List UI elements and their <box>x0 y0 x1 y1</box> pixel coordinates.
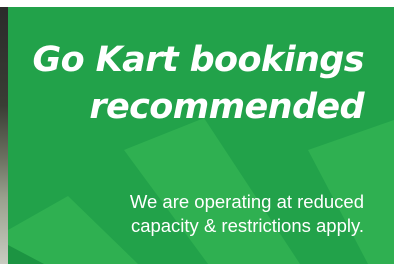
notice-line-1: We are operating at reduced <box>129 191 364 212</box>
headline-line-2: recommended <box>89 87 364 127</box>
notice-text: We are operating at reduced capacity & r… <box>130 190 364 238</box>
bottom-left-shape <box>8 196 138 264</box>
go-kart-banner[interactable]: Go Kart bookings recommended We are oper… <box>8 0 394 264</box>
background-photo-edge <box>0 0 8 264</box>
headline: Go Kart bookings recommended <box>33 37 365 131</box>
notice-line-2: capacity & restrictions apply. <box>130 215 364 236</box>
headline-line-1: Go Kart bookings <box>32 40 365 80</box>
promo-frame: Go Kart bookings recommended We are oper… <box>0 0 394 264</box>
top-border <box>0 0 394 7</box>
